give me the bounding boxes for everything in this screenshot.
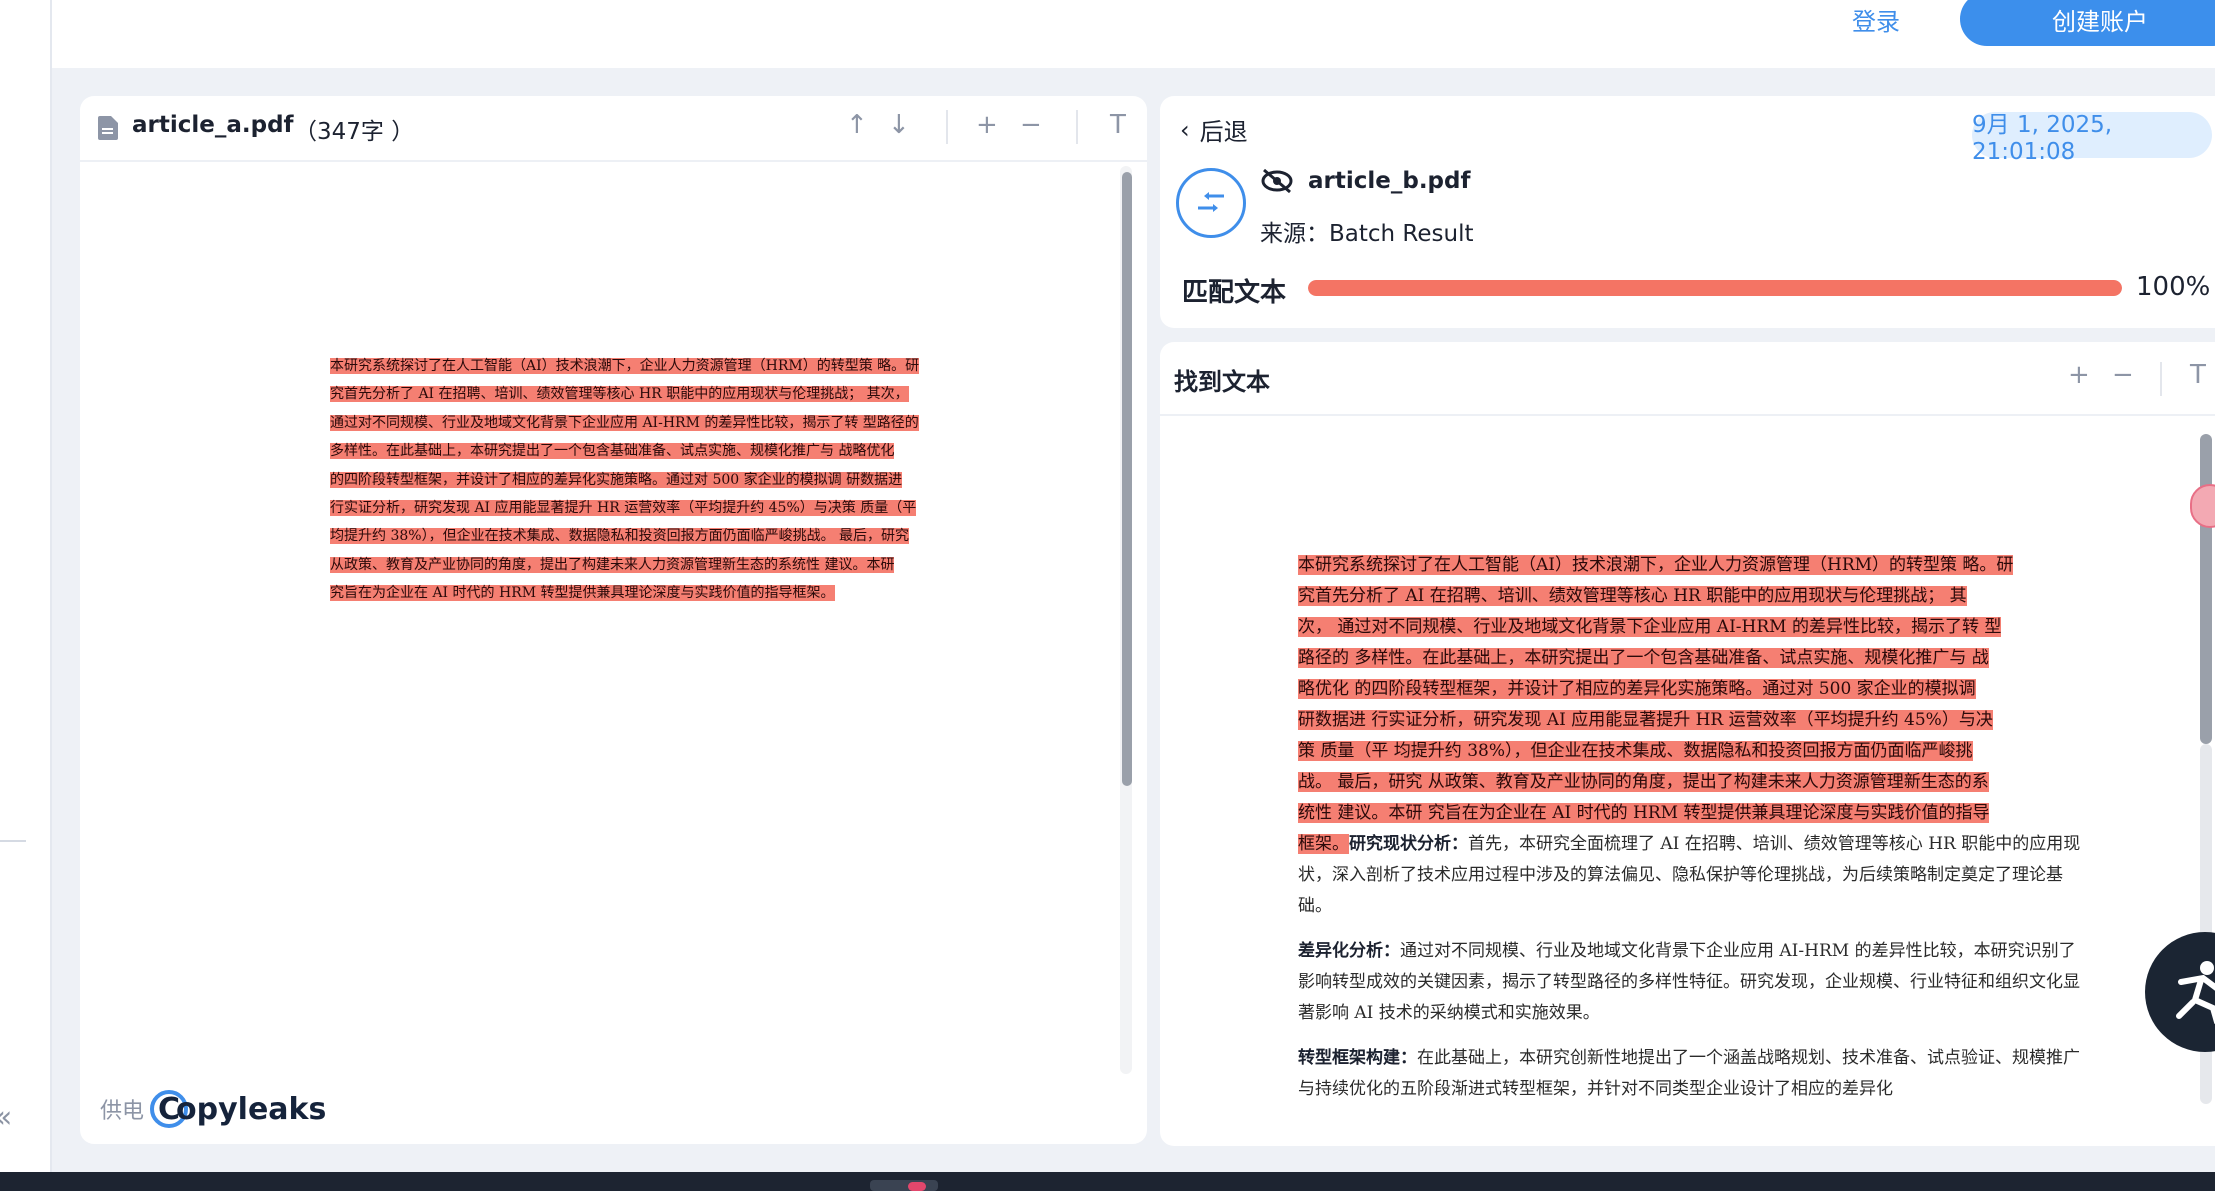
matched-line: 多样性。在此基础上，本研究提出了一个包含基础准备、试点实施、规模化推广与 战略优… <box>330 443 895 460</box>
sidebar-divider <box>0 840 26 842</box>
paragraph-term: 研究现状分析： <box>1349 834 1468 854</box>
create-account-button[interactable]: 创建账户 <box>1960 0 2215 46</box>
arrow-up-icon[interactable]: ↑ <box>846 110 868 140</box>
document-a-text: 本研究系统探讨了在人工智能（AI）技术浪潮下，企业人力资源管理（HRM）的转型策… <box>330 352 1056 608</box>
document-a-panel: article_a.pdf （347字 ） ↑ ↓ + − T 本研究系统探讨了… <box>80 96 1147 1144</box>
minus-icon[interactable]: − <box>2112 360 2134 390</box>
back-button[interactable]: ‹ 后退 <box>1180 112 1248 147</box>
matched-line: 从政策、教育及产业协同的角度，提出了构建未来人力资源管理新生态的系统性 建议。本… <box>330 556 895 573</box>
plus-icon[interactable]: + <box>976 110 998 140</box>
matched-line: 本研究系统探讨了在人工智能（AI）技术浪潮下，企业人力资源管理（HRM）的转型策… <box>1298 555 2014 575</box>
matched-line: 路径的 多样性。在此基础上，本研究提出了一个包含基础准备、试点实施、规模化推广与… <box>1298 648 1989 668</box>
matched-line: 究首先分析了 AI 在招聘、培训、绩效管理等核心 HR 职能中的应用现状与伦理挑… <box>1298 586 1967 606</box>
paragraph-term: 差异化分析： <box>1298 941 1400 961</box>
matched-line: 究首先分析了 AI 在招聘、培训、绩效管理等核心 HR 职能中的应用现状与伦理挑… <box>330 386 909 403</box>
match-progress-fill <box>1308 280 2122 296</box>
matched-line: 本研究系统探讨了在人工智能（AI）技术浪潮下，企业人力资源管理（HRM）的转型策… <box>330 358 920 374</box>
matched-line: 究旨在为企业在 AI 时代的 HRM 转型提供兼具理论深度与实践价值的指导框架。 <box>330 585 835 602</box>
matched-line: 框架。 <box>1298 834 1349 854</box>
paragraph-text: 通过对不同规模、行业及地域文化背景下企业应用 AI-HRM 的差异性比较，本研究… <box>1298 941 2080 1023</box>
copyleaks-logo: C opyleaks <box>150 1090 326 1128</box>
toolbar-divider <box>946 110 948 144</box>
document-a-word-count: （347字 ） <box>294 119 415 145</box>
compare-icon[interactable] <box>1176 168 1246 238</box>
matched-line: 研数据进 行实证分析，研究发现 AI 应用能显著提升 HR 运营效率（平均提升约… <box>1298 710 1993 730</box>
document-b-viewer: 本研究系统探讨了在人工智能（AI）技术浪潮下，企业人力资源管理（HRM）的转型策… <box>1160 416 2200 1106</box>
document-b-source: 来源：Batch Result <box>1260 221 1474 247</box>
matched-line: 战。 最后，研究 从政策、教育及产业协同的角度，提出了构建未来人力资源管理新生态… <box>1298 772 1989 792</box>
accessibility-icon <box>2176 961 2215 1024</box>
scrollbar-thumb[interactable] <box>1122 172 1132 786</box>
text-icon[interactable]: T <box>1110 110 1126 140</box>
file-icon <box>98 116 118 144</box>
os-taskbar <box>0 1172 2215 1191</box>
document-b-filename: article_b.pdf <box>1308 168 1471 194</box>
login-link[interactable]: 登录 <box>1852 2 1900 37</box>
matched-line: 次， 通过对不同规模、行业及地域文化背景下企业应用 AI-HRM 的差异性比较，… <box>1298 617 2002 637</box>
document-a-viewer: 本研究系统探讨了在人工智能（AI）技术浪潮下，企业人力资源管理（HRM）的转型策… <box>92 166 1132 1076</box>
chevron-left-icon: ‹ <box>1180 115 1190 144</box>
document-b-info-panel: ‹ 后退 9月 1, 2025, 21:01:08 article_b.pdf … <box>1160 96 2215 328</box>
left-sidebar: « <box>0 0 52 1172</box>
text-icon[interactable]: T <box>2190 360 2206 390</box>
matched-line: 行实证分析，研究发现 AI 应用能显著提升 HR 运营效率（平均提升约 45%）… <box>330 500 917 517</box>
back-label: 后退 <box>1199 118 1248 146</box>
document-b-text: 本研究系统探讨了在人工智能（AI）技术浪潮下，企业人力资源管理（HRM）的转型策… <box>1298 550 2088 1106</box>
paragraph-term: 转型框架构建： <box>1298 1048 1417 1068</box>
document-a-header: article_a.pdf （347字 ） ↑ ↓ + − T <box>80 96 1147 162</box>
matched-line: 策 质量（平 均提升约 38%），但企业在技术集成、数据隐私和投资回报方面仍面临… <box>1298 741 1973 761</box>
toolbar-divider <box>1076 110 1078 144</box>
matched-line: 通过对不同规模、行业及地域文化背景下企业应用 AI-HRM 的差异性比较，揭示了… <box>330 414 919 431</box>
paragraph: 差异化分析：通过对不同规模、行业及地域文化背景下企业应用 AI-HRM 的差异性… <box>1298 936 2088 1029</box>
match-percent: 100% <box>2136 272 2211 302</box>
document-b-text-panel: 找到文本 + − T 本研究系统探讨了在人工智能（AI）技术浪潮下，企业人力资源… <box>1160 342 2215 1146</box>
powered-by: 供电 C opyleaks <box>100 1090 326 1128</box>
logo-text: opyleaks <box>176 1091 327 1127</box>
arrow-down-icon[interactable]: ↓ <box>888 110 910 140</box>
powered-by-label: 供电 <box>100 1099 145 1124</box>
minus-icon[interactable]: − <box>1020 110 1042 140</box>
matched-line: 均提升约 38%），但企业在技术集成、数据隐私和投资回报方面仍面临严峻挑战。 最… <box>330 528 910 545</box>
plus-icon[interactable]: + <box>2068 360 2090 390</box>
matched-line: 的四阶段转型框架，并设计了相应的差异化实施策略。通过对 500 家企业的模拟调 … <box>330 471 903 488</box>
match-progress-bar <box>1308 280 2122 296</box>
toolbar-divider <box>2160 362 2162 396</box>
matched-line: 略优化 的四阶段转型框架，并设计了相应的差异化实施策略。通过对 500 家企业的… <box>1298 679 1976 699</box>
matched-paragraph: 本研究系统探讨了在人工智能（AI）技术浪潮下，企业人力资源管理（HRM）的转型策… <box>1298 550 2088 922</box>
found-text-title: 找到文本 <box>1174 368 1270 396</box>
scrollbar-thumb[interactable] <box>2200 434 2212 744</box>
matched-line: 统性 建议。本研 究旨在为企业在 AI 时代的 HRM 转型提供兼具理论深度与实… <box>1298 803 1990 823</box>
eye-off-icon[interactable] <box>1260 168 1294 198</box>
taskbar-app-icon[interactable] <box>908 1182 926 1191</box>
paragraph: 转型框架构建：在此基础上，本研究创新性地提出了一个涵盖战略规划、技术准备、试点验… <box>1298 1043 2088 1105</box>
date-badge: 9月 1, 2025, 21:01:08 <box>1972 112 2212 165</box>
taskbar-app[interactable] <box>870 1180 938 1191</box>
document-a-filename: article_a.pdf <box>132 112 294 138</box>
match-label: 匹配文本 <box>1182 278 1287 308</box>
collapse-chevron-icon[interactable]: « <box>0 1100 12 1135</box>
